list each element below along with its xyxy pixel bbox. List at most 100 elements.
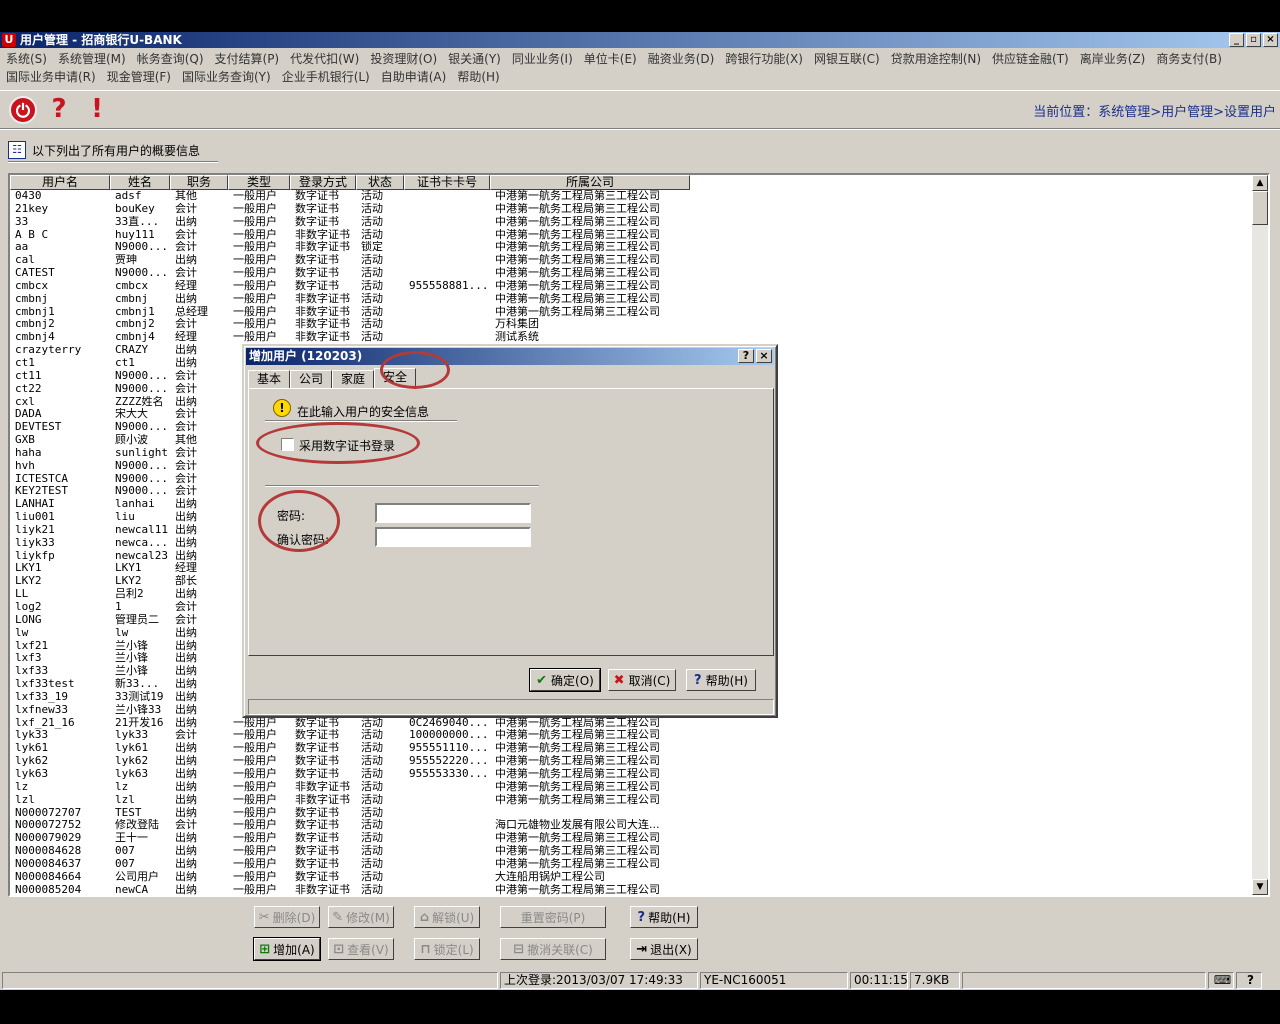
- table-cell: lyk33: [115, 729, 149, 742]
- table-row[interactable]: cmbnj1 cmbnj1 总经理 一般用户 非数字证书 活动 中港第一航务工程局第三工程公…: [10, 306, 690, 319]
- menu-item-r1-6[interactable]: 银关通(Y): [442, 50, 506, 68]
- column-header[interactable]: 证书卡卡号: [404, 175, 490, 190]
- delete-button[interactable]: ✂ 删除(D): [254, 906, 320, 928]
- column-header[interactable]: 状态: [356, 175, 404, 190]
- menu-item-r1-15[interactable]: 商务支付(B): [1150, 50, 1227, 68]
- table-row[interactable]: lyk33 lyk33 会计 一般用户 数字证书 活动 100000000... 中港第一航务…: [10, 729, 690, 742]
- scroll-up-icon[interactable]: ▲: [1252, 175, 1268, 191]
- table-cell: 出纳: [175, 793, 197, 806]
- menu-item-r1-2[interactable]: 帐务查询(Q): [131, 50, 209, 68]
- exit-button[interactable]: ⇥ 退出(X): [630, 938, 698, 960]
- table-row[interactable]: lyk62 lyk62 出纳 一般用户 数字证书 活动 955552220... 中港第一航务…: [10, 755, 690, 768]
- menu-item-r1-5[interactable]: 投资理财(O): [364, 50, 442, 68]
- close-button[interactable]: ×: [1263, 33, 1278, 47]
- table-row[interactable]: N000079029 王十一 出纳 一般用户 数字证书 活动 中港第一航务工程局第三工程公司: [10, 832, 690, 845]
- power-button[interactable]: ⏻: [6, 93, 40, 125]
- menu-item-r2-4[interactable]: 自助申请(A): [375, 68, 452, 86]
- table-row[interactable]: lxf_21_16 21开发16 出纳 一般用户 数字证书 活动 0C2469040... 中…: [10, 717, 690, 730]
- menu-item-r1-7[interactable]: 同业业务(I): [506, 50, 578, 68]
- table-cell: [404, 884, 490, 895]
- menu-item-r1-3[interactable]: 支付结算(P): [209, 50, 285, 68]
- menu-item-r2-2[interactable]: 国际业务查询(Y): [176, 68, 276, 86]
- table-cell: 出纳: [175, 857, 197, 870]
- menu-item-r1-4[interactable]: 代发代扣(W): [284, 50, 364, 68]
- table-row[interactable]: N000072707 TEST 出纳 一般用户 数字证书 活动: [10, 807, 690, 820]
- table-row[interactable]: lyk63 lyk63 出纳 一般用户 数字证书 活动 955553330... 中港第一航务…: [10, 768, 690, 781]
- confirm-password-input[interactable]: [375, 527, 531, 547]
- table-row[interactable]: lz lz 出纳 一般用户 非数字证书 活动 中港第一航务工程局第三工程公司: [10, 781, 690, 794]
- dialog-help-action-button[interactable]: ? 帮助(H): [686, 669, 756, 691]
- table-row[interactable]: CATEST N9000... 会计 一般用户 数字证书 活动 中港第一航务工程局第三工程公…: [10, 267, 690, 280]
- alert-toolbar-button[interactable]: !: [80, 93, 114, 125]
- modify-button[interactable]: ✎ 修改(M): [328, 906, 394, 928]
- column-header[interactable]: 类型: [228, 175, 290, 190]
- table-row[interactable]: N000072752 修改登陆 会计 一般用户 数字证书 活动 海口元雄物业发展有限公司大连…: [10, 819, 690, 832]
- keyboard-icon[interactable]: ⌨: [1208, 972, 1234, 989]
- table-cell: 数字证书: [295, 742, 339, 755]
- minimize-button[interactable]: _: [1229, 33, 1244, 47]
- menu-item-r2-1[interactable]: 现金管理(F): [101, 68, 176, 86]
- menu-item-r1-9[interactable]: 融资业务(D): [642, 50, 720, 68]
- table-row[interactable]: cal 贾珅 出纳 一般用户 数字证书 活动 中港第一航务工程局第三工程公司: [10, 254, 690, 267]
- dialog-close-button[interactable]: ×: [756, 349, 772, 363]
- menu-item-r1-10[interactable]: 跨银行功能(X): [719, 50, 808, 68]
- table-row[interactable]: cmbnj4 cmbnj4 经理 一般用户 非数字证书 活动 测试系统: [10, 331, 690, 344]
- table-row[interactable]: N000084637 007 出纳 一般用户 数字证书 活动 中港第一航务工程局第三工程公司: [10, 858, 690, 871]
- unlock-button[interactable]: ⌂ 解锁(U): [414, 906, 480, 928]
- menu-item-r2-0[interactable]: 国际业务申请(R): [0, 68, 101, 86]
- dialog-cancel-button[interactable]: ✖ 取消(C): [608, 669, 676, 691]
- dialog-ok-button[interactable]: ✔ 确定(O): [529, 668, 601, 692]
- menu-item-r1-0[interactable]: 系统(S): [0, 50, 52, 68]
- menu-item-r2-5[interactable]: 帮助(H): [451, 68, 504, 86]
- table-row[interactable]: cmbcx cmbcx 经理 一般用户 数字证书 活动 955558881... 中港第一航务…: [10, 280, 690, 293]
- reset-password-button[interactable]: 重置密码(P): [500, 906, 606, 928]
- menu-item-r1-14[interactable]: 离岸业务(Z): [1074, 50, 1151, 68]
- vertical-scrollbar[interactable]: ▲ ▼: [1252, 175, 1268, 895]
- menu-item-r1-11[interactable]: 网银互联(C): [808, 50, 885, 68]
- table-cell: [404, 241, 490, 254]
- digital-cert-checkbox[interactable]: [281, 438, 294, 451]
- unlink-button[interactable]: ⊟ 撤消关联(C): [500, 938, 606, 960]
- column-header[interactable]: 登录方式: [290, 175, 356, 190]
- table-cell: N000084628: [15, 845, 82, 858]
- table-row[interactable]: N000084628 007 出纳 一般用户 数字证书 活动 中港第一航务工程局第三工程公司: [10, 845, 690, 858]
- table-row[interactable]: 0430 adsf 其他 一般用户 数字证书 活动 中港第一航务工程局第三工程公司: [10, 190, 690, 203]
- table-row[interactable]: cmbnj2 cmbnj2 会计 一般用户 非数字证书 活动 万科集团: [10, 318, 690, 331]
- table-row[interactable]: lyk61 lyk61 出纳 一般用户 数字证书 活动 955551110... 中港第一航务…: [10, 742, 690, 755]
- help-button[interactable]: ? 帮助(H): [630, 906, 698, 928]
- menu-item-r2-3[interactable]: 企业手机银行(L): [276, 68, 375, 86]
- help-toolbar-button[interactable]: ?: [42, 93, 76, 125]
- menu-item-r1-13[interactable]: 供应链金融(T): [986, 50, 1074, 68]
- table-row[interactable]: A B C huy111 会计 一般用户 非数字证书 活动 中港第一航务工程局第三工程公司: [10, 229, 690, 242]
- table-row[interactable]: 21key bouKey 会计 一般用户 数字证书 活动 中港第一航务工程局第三工程公司: [10, 203, 690, 216]
- table-row[interactable]: aa N9000... 会计 一般用户 非数字证书 锁定 中港第一航务工程局第三工程公司: [10, 241, 690, 254]
- add-button[interactable]: ⊞ 增加(A): [253, 937, 321, 961]
- menu-item-r1-8[interactable]: 单位卡(E): [578, 50, 642, 68]
- dialog-help-button[interactable]: ?: [738, 349, 754, 363]
- lock-button[interactable]: ⊓ 锁定(L): [414, 938, 480, 960]
- column-header[interactable]: 职务: [170, 175, 228, 190]
- tab-security[interactable]: 安全: [374, 368, 417, 389]
- table-cell: 数字证书: [295, 806, 339, 819]
- table-row[interactable]: cmbnj cmbnj 出纳 一般用户 非数字证书 活动 中港第一航务工程局第三工程公司: [10, 293, 690, 306]
- view-button[interactable]: ⊡ 查看(V): [328, 938, 394, 960]
- table-cell: 出纳: [175, 588, 197, 601]
- table-cell: 一般用户: [233, 832, 277, 845]
- maximize-button[interactable]: ▫: [1246, 33, 1261, 47]
- scroll-thumb[interactable]: [1252, 191, 1268, 225]
- table-row[interactable]: lzl lzl 出纳 一般用户 非数字证书 活动 中港第一航务工程局第三工程公司: [10, 794, 690, 807]
- table-row[interactable]: 33 33直... 出纳 一般用户 数字证书 活动 中港第一航务工程局第三工程公司: [10, 216, 690, 229]
- tab-basic[interactable]: 基本: [248, 370, 291, 389]
- tab-family[interactable]: 家庭: [332, 370, 375, 389]
- help-status-icon[interactable]: ?: [1236, 972, 1262, 989]
- password-input[interactable]: [375, 503, 531, 523]
- scroll-down-icon[interactable]: ▼: [1252, 879, 1268, 895]
- tab-company[interactable]: 公司: [290, 370, 333, 389]
- column-header[interactable]: 用户名: [10, 175, 110, 190]
- menu-item-r1-12[interactable]: 贷款用途控制(N): [885, 50, 986, 68]
- menu-item-r1-1[interactable]: 系统管理(M): [52, 50, 131, 68]
- column-header[interactable]: 姓名: [110, 175, 170, 190]
- table-row[interactable]: N000085204 newCA 出纳 一般用户 非数字证书 活动 中港第一航务工程局第三工…: [10, 884, 690, 895]
- table-row[interactable]: N000084664 公司用户 出纳 一般用户 数字证书 活动 大连船用锅炉工程公司: [10, 871, 690, 884]
- column-header[interactable]: 所属公司: [490, 175, 690, 190]
